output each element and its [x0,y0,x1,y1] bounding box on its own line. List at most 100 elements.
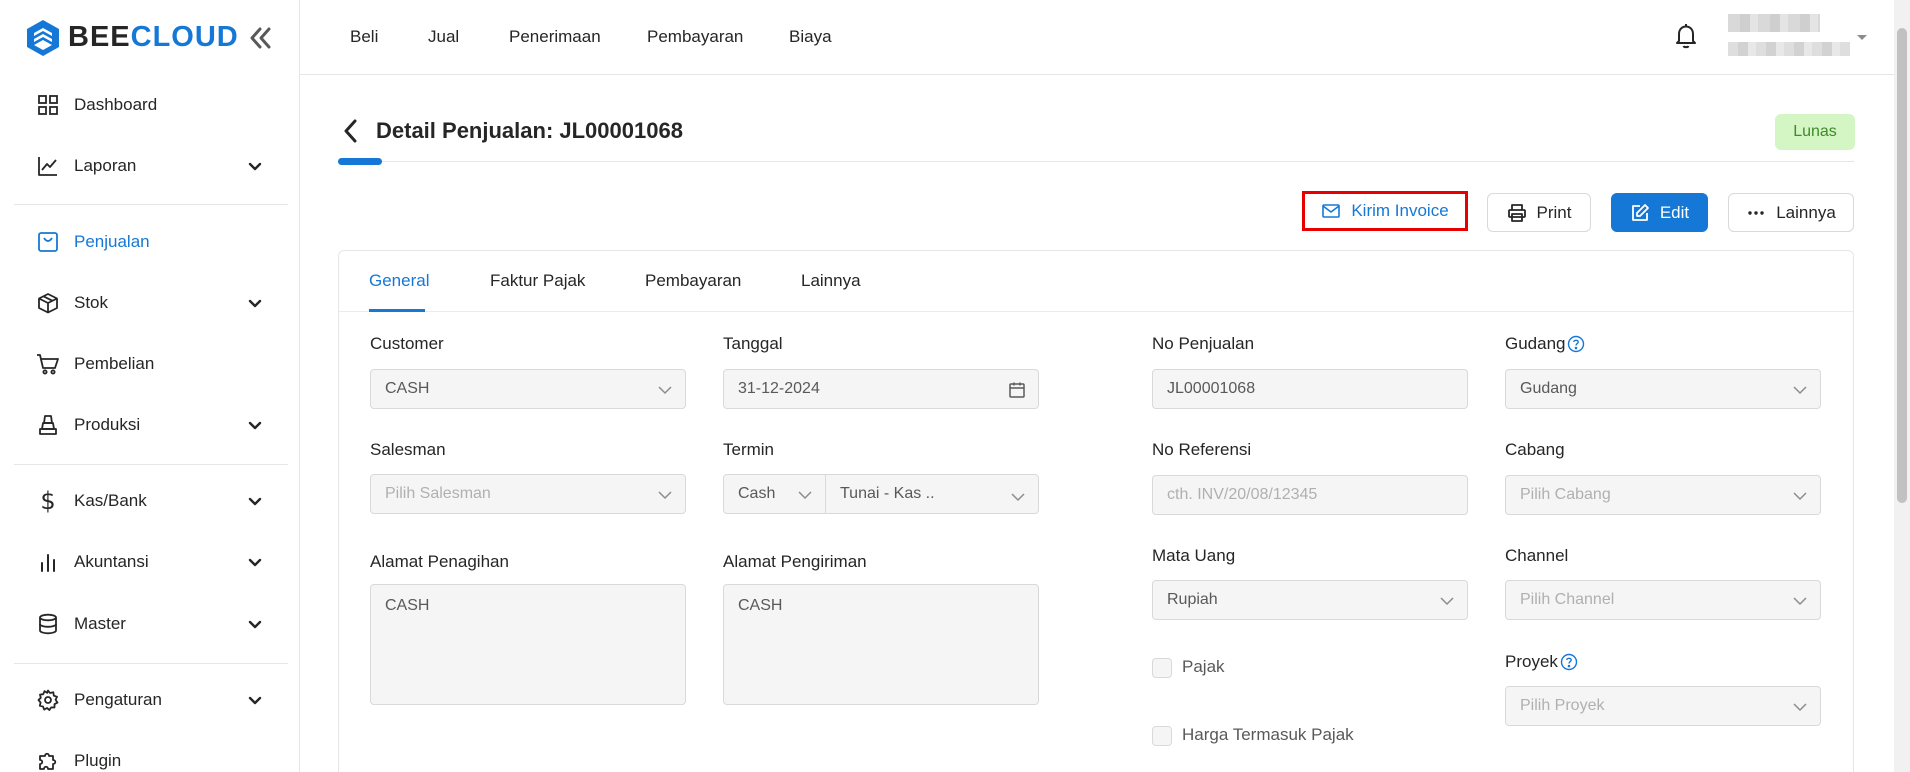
gudang-select[interactable]: Gudang [1505,369,1821,409]
send-invoice-button[interactable]: Kirim Invoice [1302,191,1468,231]
sidebar-item-pengaturan[interactable]: Pengaturan [0,678,300,722]
termin-type-select[interactable]: Cash [723,474,826,514]
collapse-sidebar-icon[interactable] [246,24,274,52]
sidebar-item-kas-bank[interactable]: $ Kas/Bank [0,479,300,523]
back-arrow-icon[interactable] [340,117,362,145]
customer-value: CASH [385,380,430,397]
topnav-biaya[interactable]: Biaya [789,27,832,47]
chevron-down-icon [248,558,262,567]
sidebar-item-penjualan[interactable]: Penjualan [0,220,300,264]
no-penjualan-field[interactable]: JL00001068 [1152,369,1468,409]
page-scrollbar[interactable] [1894,0,1910,772]
no-referensi-field[interactable]: cth. INV/20/08/12345 [1152,475,1468,515]
sidebar-item-label: Pembelian [74,354,155,373]
sidebar-item-laporan[interactable]: Laporan [0,144,300,188]
pajak-checkbox[interactable] [1152,658,1172,678]
channel-label: Channel [1505,546,1569,565]
user-name-blurred[interactable] [1728,14,1820,32]
top-bar: Beli Jual Penerimaan Pembayaran Biaya [300,0,1894,75]
title-divider [338,161,1854,162]
cabang-select[interactable]: Pilih Cabang [1505,475,1821,515]
gudang-value: Gudang [1520,380,1577,397]
tanggal-date-picker[interactable]: 31-12-2024 [723,369,1039,409]
chevron-down-icon [248,162,262,171]
sidebar-item-produksi[interactable]: Produksi [0,403,300,447]
sidebar-item-label: Akuntansi [74,552,149,571]
chevron-down-icon [658,491,672,500]
sidebar-divider [14,204,288,205]
help-circle-icon[interactable] [1560,653,1578,671]
database-icon [36,612,60,636]
sidebar-item-label: Produksi [74,415,141,434]
proyek-label: Proyek [1505,652,1558,671]
alamat-pengiriman-textarea[interactable]: CASH [723,584,1039,705]
user-company-blurred[interactable] [1728,42,1850,56]
more-actions-button[interactable]: Lainnya [1728,193,1854,232]
topnav-pembayaran[interactable]: Pembayaran [647,27,743,47]
bar-chart-icon [36,550,60,574]
title-accent-bar [338,158,382,165]
sidebar-divider [14,464,288,465]
mata-uang-value: Rupiah [1167,591,1218,608]
sidebar-item-pembelian[interactable]: Pembelian [0,342,300,386]
proyek-select[interactable]: Pilih Proyek [1505,686,1821,726]
tab-pembayaran[interactable]: Pembayaran [645,271,741,291]
mail-icon [1322,204,1341,218]
chevron-down-icon [248,620,262,629]
tab-lainnya[interactable]: Lainnya [801,271,861,291]
cabang-label: Cabang [1505,440,1565,459]
dashboard-grid-icon [36,93,60,117]
tabs-divider [339,311,1853,312]
sidebar-item-akuntansi[interactable]: Akuntansi [0,540,300,584]
pajak-label: Pajak [1182,657,1225,676]
sidebar-item-dashboard[interactable]: Dashboard [0,83,300,127]
alamat-penagihan-textarea[interactable]: CASH [370,584,686,705]
cabang-placeholder: Pilih Cabang [1520,486,1611,503]
sidebar-item-master[interactable]: Master [0,602,300,646]
sidebar-item-label: Plugin [74,751,122,770]
alamat-pengiriman-value: CASH [738,597,783,614]
more-actions-label: Lainnya [1776,202,1836,222]
edit-pencil-icon [1631,203,1649,221]
print-button[interactable]: Print [1487,193,1591,232]
sidebar-item-label: Master [74,614,126,633]
more-dots-icon [1748,210,1764,215]
sidebar-item-label: Penjualan [74,232,150,251]
notification-bell-icon[interactable] [1673,22,1699,50]
page-title: Detail Penjualan: JL00001068 [376,118,683,143]
send-invoice-label: Kirim Invoice [1351,201,1449,220]
chevron-down-icon [1440,597,1454,606]
harga-termasuk-pajak-checkbox[interactable] [1152,726,1172,746]
cart-icon [36,352,60,376]
salesman-label: Salesman [370,440,446,459]
channel-select[interactable]: Pilih Channel [1505,580,1821,620]
scrollbar-thumb[interactable] [1897,28,1907,503]
edit-button[interactable]: Edit [1611,193,1708,232]
topnav-jual[interactable]: Jual [428,27,459,47]
customer-select[interactable]: CASH [370,369,686,409]
sidebar-divider [14,663,288,664]
help-circle-icon[interactable] [1567,335,1585,353]
salesman-select[interactable]: Pilih Salesman [370,474,686,514]
termin-label: Termin [723,440,775,459]
termin-select[interactable]: Tunai - Kas .. [825,474,1039,514]
channel-placeholder: Pilih Channel [1520,591,1615,608]
mata-uang-select[interactable]: Rupiah [1152,580,1468,620]
status-badge: Lunas [1775,114,1855,150]
printer-icon [1507,203,1526,222]
chevron-down-icon [1011,493,1025,502]
tab-general[interactable]: General [369,271,429,291]
no-penjualan-label: No Penjualan [1152,334,1255,353]
alamat-penagihan-value: CASH [385,597,430,614]
beecloud-logo-icon [27,19,59,56]
gudang-label: Gudang [1505,334,1566,353]
sidebar-item-stok[interactable]: Stok [0,281,300,325]
sidebar-item-plugin[interactable]: Plugin [0,739,300,772]
tab-faktur-pajak[interactable]: Faktur Pajak [490,271,585,291]
tanggal-value: 31-12-2024 [738,380,820,397]
sidebar-item-label: Stok [74,293,109,312]
caret-down-icon[interactable] [1855,30,1869,44]
topnav-beli[interactable]: Beli [350,27,378,47]
topnav-penerimaan[interactable]: Penerimaan [509,27,601,47]
sidebar-item-label: Laporan [74,156,137,175]
